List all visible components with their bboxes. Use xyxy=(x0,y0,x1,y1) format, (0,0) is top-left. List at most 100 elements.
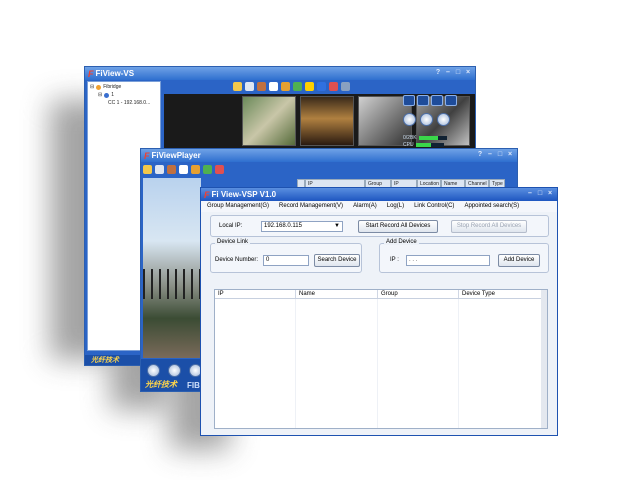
tree-item-device[interactable]: CC 1 - 192.168.0... xyxy=(108,100,150,106)
close-button[interactable]: × xyxy=(546,190,554,198)
map-icon[interactable] xyxy=(203,164,212,174)
ip-label: IP : xyxy=(390,257,399,263)
camera-icon[interactable] xyxy=(179,164,188,174)
column-header-group[interactable]: Group xyxy=(378,290,459,298)
play-icon[interactable] xyxy=(403,113,416,126)
column-header-ip[interactable]: IP xyxy=(215,290,296,298)
desktop: F FiView-VS ? – □ × ⊟ Fibridge ⊟ 1 CC 1 … xyxy=(0,0,640,480)
local-ip-panel: Local IP: 192.168.0.115 ▼ Start Record A… xyxy=(210,215,549,237)
minimize-button[interactable]: – xyxy=(444,69,452,77)
close-button[interactable]: × xyxy=(464,69,472,77)
video-playback-view[interactable] xyxy=(143,178,201,358)
vertical-scrollbar[interactable] xyxy=(541,290,547,428)
help-icon[interactable]: ? xyxy=(434,69,442,77)
group-icon xyxy=(96,84,102,90)
meter-fill xyxy=(415,143,431,147)
maximize-button[interactable]: □ xyxy=(536,190,544,198)
device-number-field[interactable]: 0 xyxy=(263,255,309,266)
fiview-vsp-window[interactable]: F Fi View-VSP V1.0 – □ × Group Managemen… xyxy=(200,187,558,436)
close-button[interactable]: × xyxy=(506,151,514,159)
column-header-device-type[interactable]: Device Type xyxy=(459,290,543,298)
tree-item-root[interactable]: ⊟ Fibridge xyxy=(90,84,121,90)
settings-icon[interactable] xyxy=(191,164,200,174)
maximize-button[interactable]: □ xyxy=(496,151,504,159)
add-device-title: Add Device xyxy=(384,239,419,245)
menu-record-management[interactable]: Record Management(V) xyxy=(279,203,343,210)
local-ip-label: Local IP: xyxy=(219,223,243,229)
status-meters: 0/2BK CPU xyxy=(403,135,447,149)
maximize-button[interactable]: □ xyxy=(454,69,462,77)
tree-item-label: CC 1 - 192.168.0... xyxy=(108,100,151,106)
toolbar xyxy=(143,163,224,175)
brand-text: 光纤技术 xyxy=(145,380,177,389)
layout-buttons xyxy=(403,95,457,106)
alarm-icon[interactable] xyxy=(305,82,314,91)
local-ip-value: 192.168.0.115 xyxy=(264,223,302,229)
brand-text: 光纤技术 xyxy=(91,357,119,364)
menu-log[interactable]: Log(L) xyxy=(387,203,404,210)
title-bar[interactable]: F Fi View-VSP V1.0 – □ × xyxy=(201,188,557,201)
menu-alarm[interactable]: Alarm(A) xyxy=(353,203,377,210)
pause-icon[interactable] xyxy=(168,364,181,377)
collapse-icon[interactable]: ⊟ xyxy=(90,84,94,90)
document-icon[interactable] xyxy=(155,164,164,174)
local-ip-select[interactable]: 192.168.0.115 ▼ xyxy=(261,221,343,232)
menu-group-management[interactable]: Group Management(G) xyxy=(207,203,269,210)
snapshot-icon[interactable] xyxy=(215,164,224,174)
minimize-button[interactable]: – xyxy=(486,151,494,159)
meter-fill xyxy=(418,136,439,140)
fiview-logo-icon: F xyxy=(88,68,94,79)
open-icon[interactable] xyxy=(143,164,152,174)
window-title: FiView-VS xyxy=(95,69,135,78)
column-header-name[interactable]: Name xyxy=(296,290,378,298)
device-number-label: Device Number: xyxy=(215,257,259,263)
tree-item-node[interactable]: ⊟ 1 xyxy=(98,92,114,98)
playback-controls xyxy=(403,113,450,126)
layout-1x1-icon[interactable] xyxy=(403,95,415,106)
title-bar[interactable]: F FiViewPlayer ? – □ × xyxy=(141,149,517,162)
add-device-button[interactable]: Add Device xyxy=(498,254,540,267)
table-body[interactable] xyxy=(215,299,547,428)
collapse-icon[interactable]: ⊟ xyxy=(98,92,102,98)
exit-icon[interactable] xyxy=(341,82,350,91)
menu-link-control[interactable]: Link Control(C) xyxy=(414,203,454,210)
meter-row: 0/2BK xyxy=(403,135,447,141)
ip-address-field[interactable]: . . . xyxy=(406,255,490,266)
brand-text-en: FIB xyxy=(187,381,200,390)
stop-record-all-button[interactable]: Stop Record All Devices xyxy=(451,220,527,233)
tree-item-label: 1 xyxy=(111,92,114,98)
settings-icon[interactable] xyxy=(281,82,290,91)
minimize-button[interactable]: – xyxy=(526,190,534,198)
map-icon[interactable] xyxy=(293,82,302,91)
stop-icon[interactable] xyxy=(420,113,433,126)
snapshot-icon[interactable] xyxy=(329,82,338,91)
book-icon[interactable] xyxy=(167,164,176,174)
document-icon[interactable] xyxy=(245,82,254,91)
window-title: FiViewPlayer xyxy=(151,151,201,160)
folder-icon[interactable] xyxy=(233,82,242,91)
add-device-group: Add Device IP : . . . Add Device xyxy=(379,239,549,273)
start-record-all-button[interactable]: Start Record All Devices xyxy=(358,220,438,233)
layout-2x2-icon[interactable] xyxy=(417,95,429,106)
device-table[interactable]: IP Name Group Device Type xyxy=(214,289,548,429)
book-icon[interactable] xyxy=(257,82,266,91)
table-header: IP Name Group Device Type xyxy=(215,290,547,299)
location-pin-icon xyxy=(104,92,110,98)
layout-4x4-icon[interactable] xyxy=(445,95,457,106)
menu-bar: Group Management(G) Record Management(V)… xyxy=(201,201,557,212)
layout-3x3-icon[interactable] xyxy=(431,95,443,106)
device-link-title: Device Link xyxy=(215,239,251,245)
camera-view-1[interactable] xyxy=(242,96,296,146)
record-icon[interactable] xyxy=(317,82,326,91)
title-bar[interactable]: F FiView-VS ? – □ × xyxy=(85,67,475,80)
camera-view-2[interactable] xyxy=(300,96,354,146)
menu-appointed-search[interactable]: Appointed search(S) xyxy=(464,203,519,210)
search-device-button[interactable]: Search Device xyxy=(314,254,360,267)
video-fence-detail xyxy=(143,269,201,299)
tree-item-label: Fibridge xyxy=(103,84,122,90)
chevron-down-icon[interactable]: ▼ xyxy=(334,223,340,229)
camera-icon[interactable] xyxy=(269,82,278,91)
volume-icon[interactable] xyxy=(437,113,450,126)
help-icon[interactable]: ? xyxy=(476,151,484,159)
play-icon[interactable] xyxy=(147,364,160,377)
